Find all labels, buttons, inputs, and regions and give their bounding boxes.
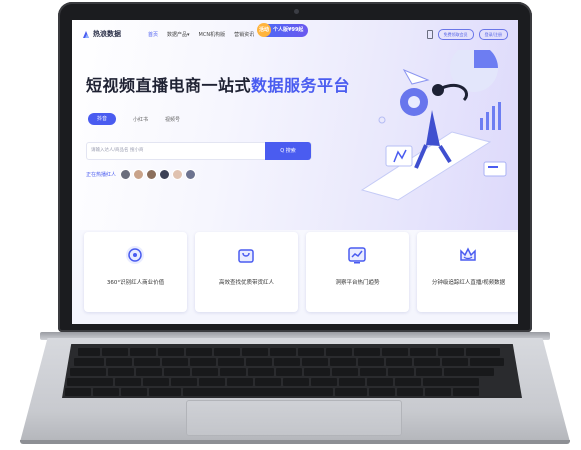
feature-card-label: 高效查找优质带货红人 [218, 280, 274, 286]
crown-icon [460, 247, 476, 261]
trend-chart-icon [348, 247, 366, 264]
search-input[interactable]: 请输入达人/商品名 搜小商 [91, 147, 143, 153]
avatar[interactable] [133, 169, 145, 180]
trackpad [186, 400, 402, 436]
search-box: 请输入达人/商品名 搜小商 Q 搜索 [86, 142, 312, 160]
screen: 热浪数据 首页 数据产品▾ MCN机构版 营销资讯 活动 个人版¥99起 免费领… [72, 20, 518, 324]
feature-card-label: 360°识别红人商业价值 [106, 280, 165, 286]
hot-streamers-label: 正在热播红人 [86, 172, 117, 178]
target-icon [126, 246, 144, 264]
nav-right: 免费领取会员 登录/注册 [426, 29, 508, 40]
headline-main: 短视频直播电商一站式 [86, 76, 252, 95]
keyboard [62, 344, 522, 398]
nav-links: 首页 数据产品▾ MCN机构版 营销资讯 [148, 31, 254, 38]
tab-shipinhao[interactable]: 视频号 [165, 116, 180, 123]
avatar[interactable] [120, 169, 132, 180]
feature-card[interactable]: 高效查找优质带货红人 [195, 232, 298, 312]
feature-card-label: 分钟级追踪红人直播/视频数据 [431, 280, 506, 286]
feature-card[interactable]: 360°识别红人商业价值 [84, 232, 187, 312]
platform-tabs: 抖音 小红书 视频号 [88, 113, 180, 125]
promo-banner[interactable]: 活动 个人版¥99起 [257, 23, 309, 37]
logo-text: 热浪数据 [93, 30, 121, 38]
logo-icon [83, 30, 89, 38]
laptop-mockup: 热浪数据 首页 数据产品▾ MCN机构版 营销资讯 活动 个人版¥99起 免费领… [0, 0, 581, 450]
feature-cards: 360°识别红人商业价值 高效查找优质带货红人 洞察平台热门趋势 分钟级追踪红人… [84, 232, 518, 312]
login-button[interactable]: 登录/注册 [478, 29, 508, 40]
top-nav: 热浪数据 首页 数据产品▾ MCN机构版 营销资讯 活动 个人版¥99起 免费领… [72, 20, 518, 48]
avatar[interactable] [185, 169, 197, 180]
search-button[interactable]: Q 搜索 [265, 142, 311, 160]
promo-badge: 活动 [257, 23, 271, 37]
avatar[interactable] [146, 169, 158, 180]
key-row [78, 348, 500, 356]
key-row [65, 388, 479, 396]
laptop-lid: 热浪数据 首页 数据产品▾ MCN机构版 营销资讯 活动 个人版¥99起 免费领… [58, 2, 532, 332]
tab-xiaohongshu[interactable]: 小红书 [133, 116, 148, 123]
avatar[interactable] [159, 169, 171, 180]
page-headline: 短视频直播电商一站式数据服务平台 [86, 72, 350, 96]
nav-link-news[interactable]: 营销资讯 [234, 31, 254, 38]
shopping-bag-icon [238, 249, 254, 263]
promo-text: 个人版¥99起 [273, 27, 304, 33]
free-member-button[interactable]: 免费领取会员 [437, 29, 474, 40]
key-row [74, 358, 504, 366]
hero-illustration [360, 50, 507, 201]
mobile-icon[interactable] [426, 30, 433, 39]
avatar[interactable] [172, 169, 184, 180]
feature-card[interactable]: 洞察平台热门趋势 [306, 232, 409, 312]
laptop-foot [20, 440, 570, 444]
logo[interactable]: 热浪数据 [82, 29, 121, 39]
key-row [70, 368, 494, 376]
nav-link-mcn[interactable]: MCN机构版 [199, 31, 226, 38]
tab-douyin[interactable]: 抖音 [88, 113, 116, 125]
camera-icon [294, 9, 299, 14]
hot-streamers: 正在热播红人 [86, 169, 197, 180]
feature-card-label: 洞察平台热门趋势 [335, 280, 380, 286]
headline-highlight: 数据服务平台 [251, 76, 351, 95]
nav-link-home[interactable]: 首页 [148, 31, 158, 38]
key-row [67, 378, 479, 386]
feature-card[interactable]: 分钟级追踪红人直播/视频数据 [417, 232, 518, 312]
nav-link-products[interactable]: 数据产品▾ [167, 31, 190, 38]
